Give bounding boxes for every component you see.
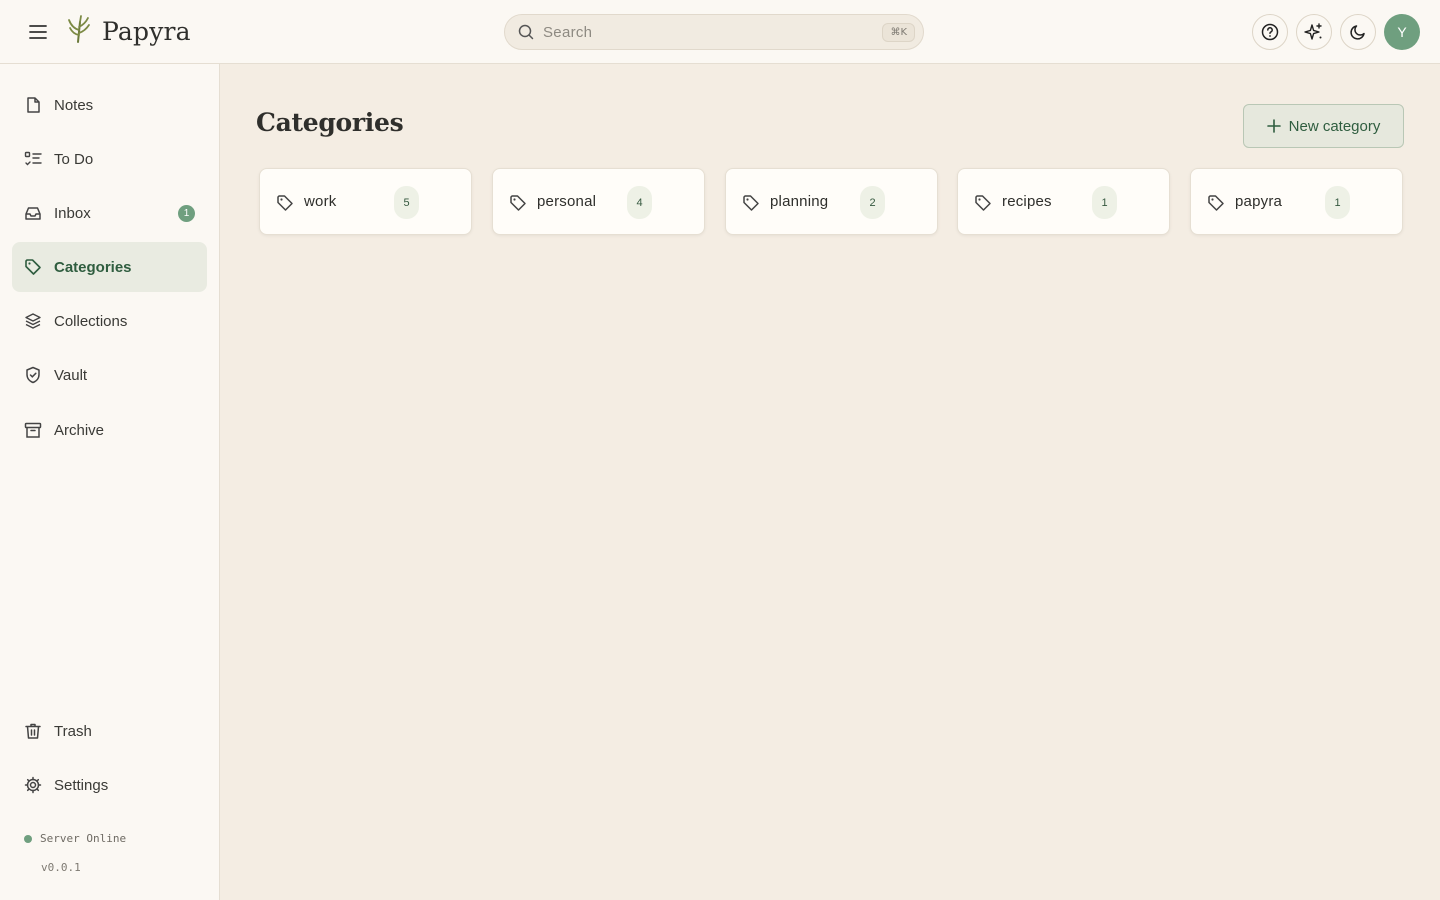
sidebar-item-collections[interactable]: Collections bbox=[12, 296, 207, 346]
archive-icon bbox=[24, 421, 42, 439]
sidebar-item-todo[interactable]: To Do bbox=[12, 134, 207, 184]
category-name: planning bbox=[770, 193, 829, 210]
category-card[interactable]: personal 4 bbox=[492, 168, 705, 235]
top-bar: Papyra ⌘K Y bbox=[0, 0, 1440, 64]
search-bar[interactable]: ⌘K bbox=[504, 14, 924, 50]
category-card[interactable]: planning 2 bbox=[725, 168, 938, 235]
sidebar-item-trash[interactable]: Trash bbox=[12, 706, 207, 756]
file-icon bbox=[24, 96, 42, 114]
sidebar-item-label: Inbox bbox=[54, 204, 91, 222]
user-avatar[interactable]: Y bbox=[1384, 14, 1420, 50]
checklist-icon bbox=[24, 150, 42, 168]
sparkles-icon bbox=[1304, 22, 1324, 42]
trash-icon bbox=[24, 722, 42, 740]
search-icon bbox=[517, 23, 535, 41]
search-input[interactable] bbox=[543, 23, 883, 41]
category-count-badge: 1 bbox=[1092, 186, 1117, 219]
server-status: Server Online bbox=[24, 832, 126, 845]
dark-mode-button[interactable] bbox=[1340, 14, 1376, 50]
category-name: work bbox=[304, 193, 337, 210]
header-actions: Y bbox=[1252, 14, 1420, 50]
category-name: papyra bbox=[1235, 193, 1283, 210]
shortcut-hint: ⌘K bbox=[882, 22, 915, 42]
sidebar-item-vault[interactable]: Vault bbox=[12, 350, 207, 400]
tag-icon bbox=[1207, 194, 1225, 212]
new-category-button[interactable]: New category bbox=[1243, 104, 1404, 148]
tag-icon bbox=[974, 194, 992, 212]
tag-icon bbox=[509, 194, 527, 212]
layers-icon bbox=[24, 312, 42, 330]
sidebar-item-label: Categories bbox=[54, 258, 132, 276]
category-count-badge: 4 bbox=[627, 186, 652, 219]
page-title: Categories bbox=[256, 108, 404, 137]
sidebar: Notes To Do Inbox 1 Categories Collectio… bbox=[0, 64, 220, 900]
category-count-badge: 5 bbox=[394, 186, 419, 219]
sidebar-item-label: Trash bbox=[54, 722, 92, 740]
inbox-icon bbox=[24, 204, 42, 222]
status-dot bbox=[24, 834, 32, 843]
ai-sparkles-button[interactable] bbox=[1296, 14, 1332, 50]
sidebar-item-label: Collections bbox=[54, 312, 128, 330]
sidebar-item-archive[interactable]: Archive bbox=[12, 405, 207, 455]
category-card[interactable]: papyra 1 bbox=[1190, 168, 1403, 235]
inbox-count-badge: 1 bbox=[178, 205, 195, 222]
moon-icon bbox=[1349, 23, 1367, 41]
sidebar-item-label: Notes bbox=[54, 96, 94, 114]
new-category-label: New category bbox=[1288, 117, 1381, 135]
category-card[interactable]: work 5 bbox=[259, 168, 472, 235]
sidebar-item-label: Settings bbox=[54, 776, 109, 794]
help-circle-icon bbox=[1261, 23, 1279, 41]
help-button[interactable] bbox=[1252, 14, 1288, 50]
server-status-label: Server Online bbox=[40, 832, 127, 845]
sidebar-item-settings[interactable]: Settings bbox=[12, 760, 207, 810]
shield-icon bbox=[24, 366, 42, 384]
wheat-sprig-icon bbox=[66, 14, 92, 49]
plus-icon bbox=[1266, 119, 1281, 133]
app-version: v0.0.1 bbox=[41, 861, 81, 874]
tag-icon bbox=[276, 194, 294, 212]
sidebar-item-categories[interactable]: Categories bbox=[12, 242, 207, 292]
gear-icon bbox=[24, 776, 42, 794]
category-name: personal bbox=[537, 193, 597, 210]
app-logo[interactable]: Papyra bbox=[66, 14, 191, 49]
sidebar-item-notes[interactable]: Notes bbox=[12, 80, 207, 130]
menu-icon[interactable] bbox=[24, 18, 52, 46]
sidebar-item-inbox[interactable]: Inbox 1 bbox=[12, 188, 207, 238]
category-count-badge: 2 bbox=[860, 186, 885, 219]
category-card[interactable]: recipes 1 bbox=[957, 168, 1170, 235]
tag-icon bbox=[24, 258, 42, 276]
app-name: Papyra bbox=[102, 17, 191, 46]
sidebar-item-label: To Do bbox=[54, 150, 94, 168]
category-count-badge: 1 bbox=[1325, 186, 1350, 219]
tag-icon bbox=[742, 194, 760, 212]
sidebar-item-label: Vault bbox=[54, 366, 88, 384]
category-name: recipes bbox=[1002, 193, 1052, 210]
sidebar-item-label: Archive bbox=[54, 421, 105, 439]
